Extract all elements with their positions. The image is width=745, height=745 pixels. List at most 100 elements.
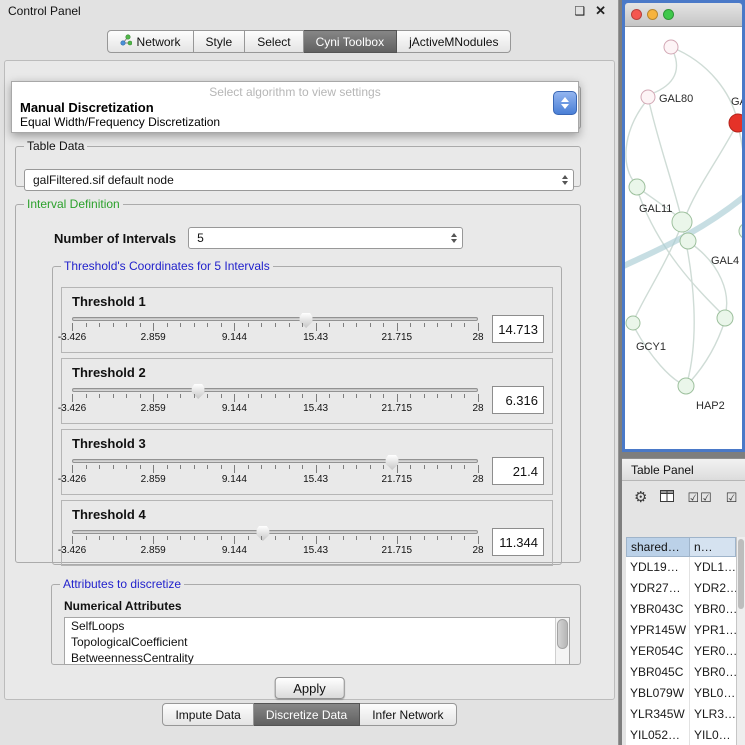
table-row[interactable]: YBR045CYBR0…	[626, 662, 736, 683]
list-item-betweennesscentrality[interactable]: BetweennessCentrality	[65, 650, 569, 665]
network-node[interactable]	[629, 179, 645, 195]
list-scrollbar-thumb[interactable]	[557, 619, 568, 649]
network-node[interactable]	[641, 90, 655, 104]
tick-mark	[275, 323, 276, 327]
number-of-intervals-row: Number of Intervals 5	[54, 227, 463, 249]
control-panel-titlebar: Control Panel ❑ ✕	[0, 0, 618, 22]
table-cell-shared-name: YDL19…	[626, 557, 690, 578]
table-cell-name: YBR0…	[690, 662, 736, 683]
control-panel: Control Panel ❑ ✕ NetworkStyleSelectCyni…	[0, 0, 619, 745]
list-scrollbar[interactable]	[555, 618, 569, 664]
slider-track[interactable]	[72, 459, 478, 463]
tick-mark	[329, 465, 330, 469]
threshold-value-field[interactable]: 11.344	[492, 528, 544, 556]
numerical-attributes-list[interactable]: SelfLoopsTopologicalCoefficientBetweenne…	[64, 617, 570, 665]
scale-label: 28	[472, 332, 483, 343]
table-panel-titlebar[interactable]: Table Panel	[622, 458, 745, 481]
table-row[interactable]: YPR145WYPR1…	[626, 620, 736, 641]
tick-mark	[356, 536, 357, 540]
network-node[interactable]	[664, 40, 678, 54]
threshold-value-field[interactable]: 14.713	[492, 315, 544, 343]
settings-gear-icon[interactable]: ⚙	[634, 490, 647, 505]
network-edge	[685, 124, 737, 218]
table-data-combo[interactable]: galFiltered.sif default node	[24, 169, 574, 191]
threshold-slider[interactable]: -3.4262.8599.14415.4321.71528	[72, 317, 478, 343]
network-tab-icon	[120, 34, 132, 49]
network-node[interactable]	[717, 310, 733, 326]
network-canvas[interactable]: GAL80GALGAL11GAL4GCY1HAP2	[625, 27, 742, 449]
close-traffic-light-icon[interactable]	[631, 9, 642, 20]
network-view-window[interactable]: GAL80GALGAL11GAL4GCY1HAP2	[622, 0, 745, 452]
table-row[interactable]: YER054CYER0…	[626, 641, 736, 662]
slider-track[interactable]	[72, 530, 478, 534]
tick-mark	[72, 323, 73, 331]
dropdown-option-equal-width-frequency-discretization[interactable]: Equal Width/Frequency Discretization	[12, 115, 578, 130]
threshold-slider[interactable]: -3.4262.8599.14415.4321.71528	[72, 459, 478, 485]
tick-mark	[289, 465, 290, 469]
list-item-topologicalcoefficient[interactable]: TopologicalCoefficient	[65, 634, 569, 650]
tick-mark	[221, 465, 222, 469]
bottom-tab-impute-data[interactable]: Impute Data	[162, 703, 253, 726]
threshold-slider[interactable]: -3.4262.8599.14415.4321.71528	[72, 530, 478, 556]
list-item-selfloops[interactable]: SelfLoops	[65, 618, 569, 634]
tab-network[interactable]: Network	[107, 30, 194, 53]
network-node[interactable]	[678, 378, 694, 394]
network-edge	[626, 99, 648, 184]
tab-jactivemnodules[interactable]: jActiveMNodules	[397, 30, 511, 53]
select-columns-checkbox-icon[interactable]: ☑☑	[687, 491, 712, 504]
zoom-traffic-light-icon[interactable]	[663, 9, 674, 20]
table-column-header-1[interactable]: shared…	[626, 537, 690, 557]
table-row[interactable]: YBR043CYBR0…	[626, 599, 736, 620]
network-window-titlebar[interactable]	[625, 3, 742, 27]
node-label-hap2: HAP2	[696, 400, 725, 412]
table-row[interactable]: YLR345WYLR3…	[626, 704, 736, 725]
tick-mark	[234, 536, 235, 544]
tick-mark	[248, 536, 249, 540]
columns-icon[interactable]	[660, 490, 674, 505]
dropdown-option-manual-discretization[interactable]: Manual Discretization	[12, 100, 578, 115]
threshold-value-field[interactable]: 21.4	[492, 457, 544, 485]
table-column-header-2[interactable]: n…	[690, 537, 736, 557]
slider-track[interactable]	[72, 317, 478, 321]
network-node[interactable]	[680, 233, 696, 249]
scale-label: 2.859	[141, 545, 166, 556]
table-row[interactable]: YBL079WYBL0…	[626, 683, 736, 704]
tab-select[interactable]: Select	[245, 30, 303, 53]
table-cell-name: YDR2…	[690, 578, 736, 599]
tab-cyni-toolbox[interactable]: Cyni Toolbox	[304, 30, 397, 53]
table-data-group-label: Table Data	[24, 139, 87, 153]
table-scrollbar[interactable]	[736, 537, 745, 745]
bottom-tab-infer-network[interactable]: Infer Network	[360, 703, 456, 726]
network-node[interactable]	[626, 316, 640, 330]
threshold-value-field[interactable]: 6.316	[492, 386, 544, 414]
table-row[interactable]: YIL052…YIL0…	[626, 725, 736, 745]
minimize-traffic-light-icon[interactable]	[647, 9, 658, 20]
slider-track[interactable]	[72, 388, 478, 392]
threshold-slider[interactable]: -3.4262.8599.14415.4321.71528	[72, 388, 478, 414]
tab-style[interactable]: Style	[194, 30, 246, 53]
network-node[interactable]	[672, 212, 692, 232]
bottom-tab-discretize-data[interactable]: Discretize Data	[254, 703, 360, 726]
threshold-label: Threshold 2	[72, 365, 544, 380]
tick-mark	[343, 465, 344, 469]
table-scrollbar-thumb[interactable]	[738, 539, 744, 609]
tick-mark	[383, 536, 384, 540]
tick-mark	[464, 465, 465, 469]
scale-label: 21.715	[382, 403, 413, 414]
node-attribute-table[interactable]: shared…n… YDL19…YDL1…YDR27…YDR2…YBR043CY…	[626, 537, 736, 745]
number-of-intervals-combo[interactable]: 5	[188, 227, 463, 249]
algorithm-combo-stepper[interactable]	[553, 91, 577, 115]
table-row[interactable]: YDR27…YDR2…	[626, 578, 736, 599]
float-window-icon[interactable]: ❑	[574, 4, 585, 18]
tick-mark	[343, 394, 344, 398]
select-rows-checkbox-icon[interactable]: ☑	[726, 491, 739, 504]
network-node[interactable]	[739, 223, 742, 239]
network-node[interactable]	[729, 114, 742, 132]
network-edge	[671, 47, 737, 119]
table-row[interactable]: YDL19…YDL1…	[626, 557, 736, 578]
tick-mark	[329, 394, 330, 398]
close-icon[interactable]: ✕	[595, 3, 606, 19]
apply-button[interactable]: Apply	[274, 677, 345, 699]
tick-mark	[437, 536, 438, 540]
scale-label: 15.43	[303, 403, 328, 414]
